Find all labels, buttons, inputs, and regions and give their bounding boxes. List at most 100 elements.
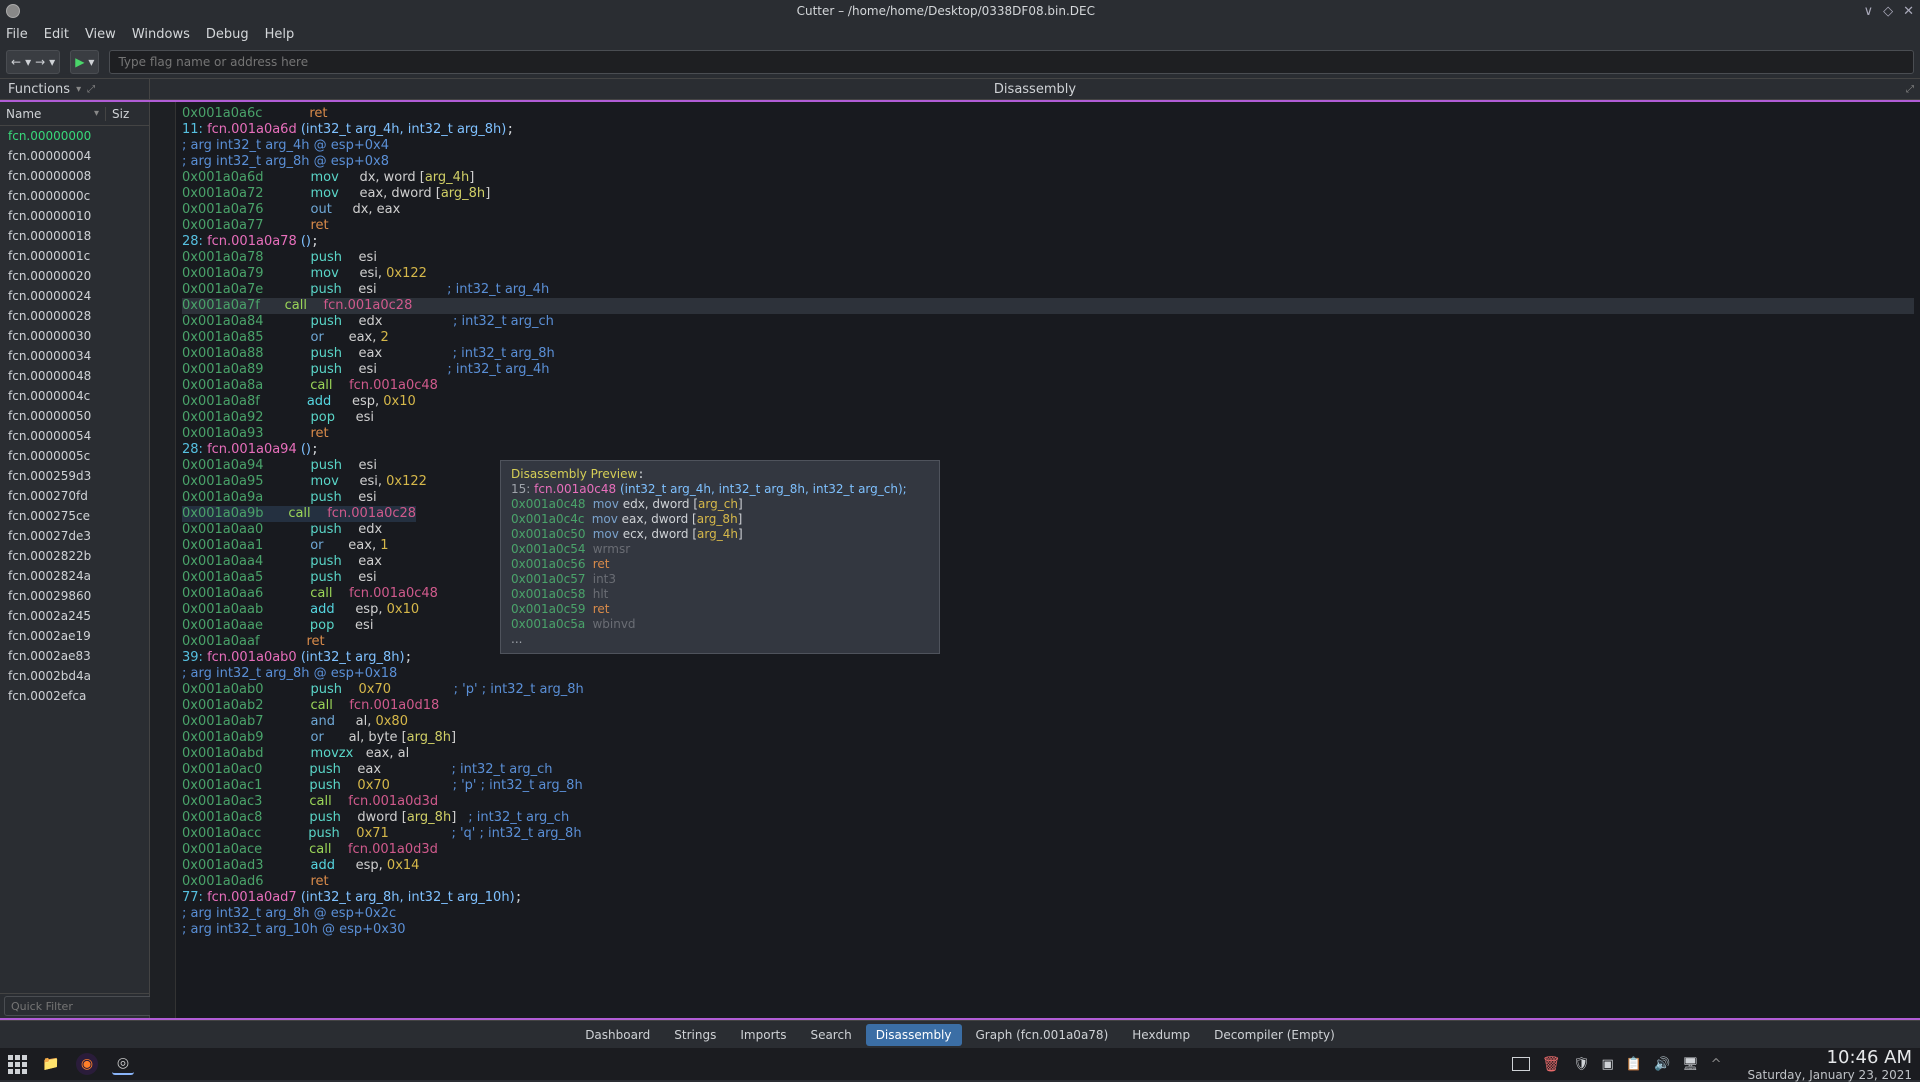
minimize-icon[interactable]: ∨ [1864, 4, 1874, 19]
cutter-icon[interactable]: ◎ [112, 1053, 134, 1075]
address-input[interactable] [110, 51, 1913, 73]
col-size[interactable]: Siz [105, 107, 149, 121]
menu-file[interactable]: File [6, 27, 28, 42]
chevron-down-icon[interactable]: ▾ [49, 55, 55, 69]
menu-edit[interactable]: Edit [44, 27, 69, 42]
menu-debug[interactable]: Debug [206, 27, 249, 42]
file-manager-icon[interactable]: 📁 [40, 1053, 62, 1075]
disassembly-preview-tooltip: Disassembly Preview:15: fcn.001a0c48 (in… [500, 460, 940, 654]
bottom-tabs: DashboardStringsImportsSearchDisassembly… [0, 1020, 1920, 1048]
toolbar: ←▾ →▾ ▶▾ [0, 46, 1920, 78]
functions-sidebar: Name ▾ Siz fcn.00000000fcn.00000004fcn.0… [0, 102, 150, 1018]
function-item[interactable]: fcn.0002efca [0, 686, 149, 706]
window-title: Cutter – /home/home/Desktop/0338DF08.bin… [28, 4, 1864, 18]
play-icon: ▶ [75, 55, 84, 69]
functions-panel-header: Functions ▾ ⤢ [0, 79, 150, 99]
function-item[interactable]: fcn.000259d3 [0, 466, 149, 486]
function-item[interactable]: fcn.0002a245 [0, 606, 149, 626]
quick-filter-bar: X [0, 993, 149, 1018]
back-icon[interactable]: ← [11, 55, 21, 69]
firefox-icon[interactable]: ◉ [76, 1053, 98, 1075]
function-item[interactable]: fcn.00000028 [0, 306, 149, 326]
function-item[interactable]: fcn.0002bd4a [0, 666, 149, 686]
menu-bar: File Edit View Windows Debug Help [0, 22, 1920, 46]
clipboard-icon[interactable]: 📋 [1626, 1057, 1642, 1072]
address-input-wrap[interactable] [109, 50, 1914, 74]
function-item[interactable]: fcn.0000001c [0, 246, 149, 266]
shield-icon[interactable]: 🛡 [1573, 1057, 1590, 1072]
function-item[interactable]: fcn.00000020 [0, 266, 149, 286]
function-item[interactable]: fcn.00000008 [0, 166, 149, 186]
functions-columns: Name ▾ Siz [0, 102, 149, 126]
chevron-down-icon[interactable]: ▾ [25, 55, 31, 69]
function-item[interactable]: fcn.0000005c [0, 446, 149, 466]
function-item[interactable]: fcn.00000054 [0, 426, 149, 446]
nav-back-forward[interactable]: ← ▾ → ▾ [6, 50, 60, 74]
chevron-up-icon[interactable]: ^ [1711, 1057, 1722, 1072]
disassembly-view[interactable]: 0x001a0a6c ret 11: fcn.001a0a6d (int32_t… [150, 102, 1920, 1018]
function-item[interactable]: fcn.0002ae19 [0, 626, 149, 646]
tab-hexdump[interactable]: Hexdump [1122, 1024, 1200, 1046]
clock-date: Saturday, January 23, 2021 [1748, 1068, 1912, 1082]
function-item[interactable]: fcn.00000010 [0, 206, 149, 226]
popout-icon[interactable]: ⤢ [87, 84, 95, 95]
title-bar: Cutter – /home/home/Desktop/0338DF08.bin… [0, 0, 1920, 22]
col-name[interactable]: Name [6, 107, 41, 121]
trash-icon[interactable]: 🗑 [1542, 1055, 1561, 1073]
tab-decompiler-empty-[interactable]: Decompiler (Empty) [1204, 1024, 1345, 1046]
tab-dashboard[interactable]: Dashboard [575, 1024, 660, 1046]
volume-icon[interactable]: 🔊 [1654, 1057, 1670, 1072]
main-split: Name ▾ Siz fcn.00000000fcn.00000004fcn.0… [0, 100, 1920, 1020]
function-item[interactable]: fcn.0002ae83 [0, 646, 149, 666]
function-item[interactable]: fcn.00000024 [0, 286, 149, 306]
run-button[interactable]: ▶▾ [70, 50, 99, 74]
function-item[interactable]: fcn.00029860 [0, 586, 149, 606]
disasm-panel-header: Disassembly ⤢ [150, 79, 1920, 99]
function-item[interactable]: fcn.00000004 [0, 146, 149, 166]
function-item[interactable]: fcn.0002824a [0, 566, 149, 586]
function-item[interactable]: fcn.00000000 [0, 126, 149, 146]
panel-header-bar: Functions ▾ ⤢ Disassembly ⤢ [0, 78, 1920, 100]
maximize-icon[interactable]: ◇ [1883, 4, 1893, 19]
tab-strings[interactable]: Strings [664, 1024, 726, 1046]
menu-windows[interactable]: Windows [132, 27, 190, 42]
function-item[interactable]: fcn.00000048 [0, 366, 149, 386]
functions-list[interactable]: fcn.00000000fcn.00000004fcn.00000008fcn.… [0, 126, 149, 993]
function-item[interactable]: fcn.00000018 [0, 226, 149, 246]
system-tray: 🗑 🛡 ▣ 📋 🔊 🖥 ^ [1512, 1055, 1722, 1073]
fold-gutter [150, 102, 176, 1018]
function-item[interactable]: fcn.000275ce [0, 506, 149, 526]
tab-graph-fcn-a-a-[interactable]: Graph (fcn.001a0a78) [966, 1024, 1119, 1046]
apps-grid-icon[interactable] [8, 1055, 26, 1073]
display-icon[interactable]: 🖥 [1682, 1057, 1699, 1072]
function-item[interactable]: fcn.0002822b [0, 546, 149, 566]
close-icon[interactable]: ✕ [1903, 4, 1914, 19]
disasm-title: Disassembly [994, 82, 1076, 97]
function-item[interactable]: fcn.00000050 [0, 406, 149, 426]
function-item[interactable]: fcn.00000030 [0, 326, 149, 346]
disassembly-text[interactable]: 0x001a0a6c ret 11: fcn.001a0a6d (int32_t… [176, 102, 1920, 1018]
clock-time: 10:46 AM [1748, 1047, 1912, 1068]
tab-disassembly[interactable]: Disassembly [866, 1024, 962, 1046]
menu-help[interactable]: Help [265, 27, 295, 42]
functions-title: Functions [8, 82, 70, 97]
workspace-icon[interactable] [1512, 1057, 1530, 1071]
function-item[interactable]: fcn.00027de3 [0, 526, 149, 546]
function-item[interactable]: fcn.00000034 [0, 346, 149, 366]
tab-imports[interactable]: Imports [730, 1024, 796, 1046]
os-taskbar: 📁 ◉ ◎ 🗑 🛡 ▣ 📋 🔊 🖥 ^ 10:46 AM Saturday, J… [0, 1048, 1920, 1080]
app-logo-icon [6, 4, 20, 18]
chevron-down-icon[interactable]: ▾ [76, 84, 81, 95]
terminal-icon[interactable]: ▣ [1601, 1057, 1613, 1072]
chevron-down-icon[interactable]: ▾ [88, 55, 94, 69]
quick-filter-input[interactable] [4, 996, 163, 1016]
forward-icon[interactable]: → [35, 55, 45, 69]
function-item[interactable]: fcn.000270fd [0, 486, 149, 506]
function-item[interactable]: fcn.0000000c [0, 186, 149, 206]
function-item[interactable]: fcn.0000004c [0, 386, 149, 406]
sort-desc-icon[interactable]: ▾ [94, 108, 99, 119]
tab-search[interactable]: Search [800, 1024, 861, 1046]
popout-icon[interactable]: ⤢ [1906, 84, 1914, 95]
menu-view[interactable]: View [85, 27, 116, 42]
clock[interactable]: 10:46 AM Saturday, January 23, 2021 [1748, 1047, 1912, 1082]
